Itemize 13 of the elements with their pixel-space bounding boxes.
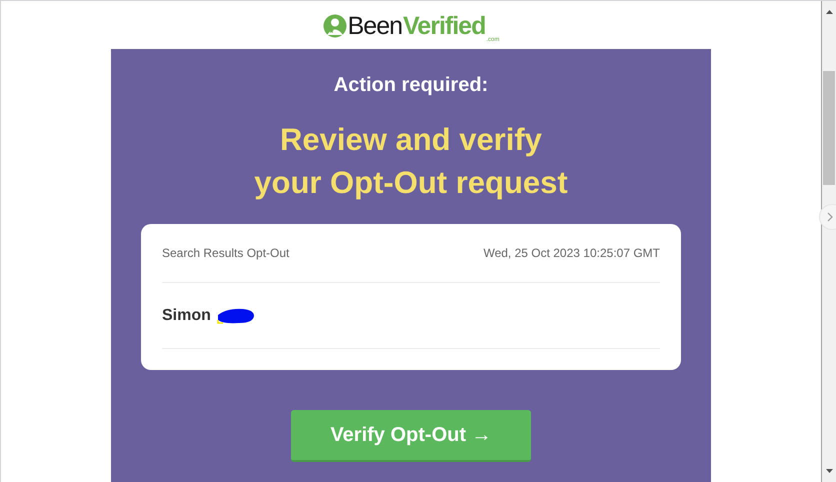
scroll-up-icon[interactable] xyxy=(826,10,832,14)
person-name: Simon xyxy=(162,306,211,326)
headline-text: Review and verify your Opt-Out request xyxy=(254,121,568,202)
logo-text: Been xyxy=(348,14,402,38)
card-timestamp: Wed, 25 Oct 2023 10:25:07 GMT xyxy=(483,245,660,262)
card-label: Search Results Opt-Out xyxy=(162,245,290,262)
eyebrow-text: Action required: xyxy=(334,73,488,97)
chevron-right-icon xyxy=(827,212,833,222)
logo-icon xyxy=(322,14,347,38)
scroll-down-icon[interactable] xyxy=(826,469,832,473)
verify-button[interactable]: Verify Opt-Out → xyxy=(291,410,531,462)
logo-text: Verified xyxy=(403,14,486,38)
scrollbar-thumb[interactable] xyxy=(823,71,835,185)
